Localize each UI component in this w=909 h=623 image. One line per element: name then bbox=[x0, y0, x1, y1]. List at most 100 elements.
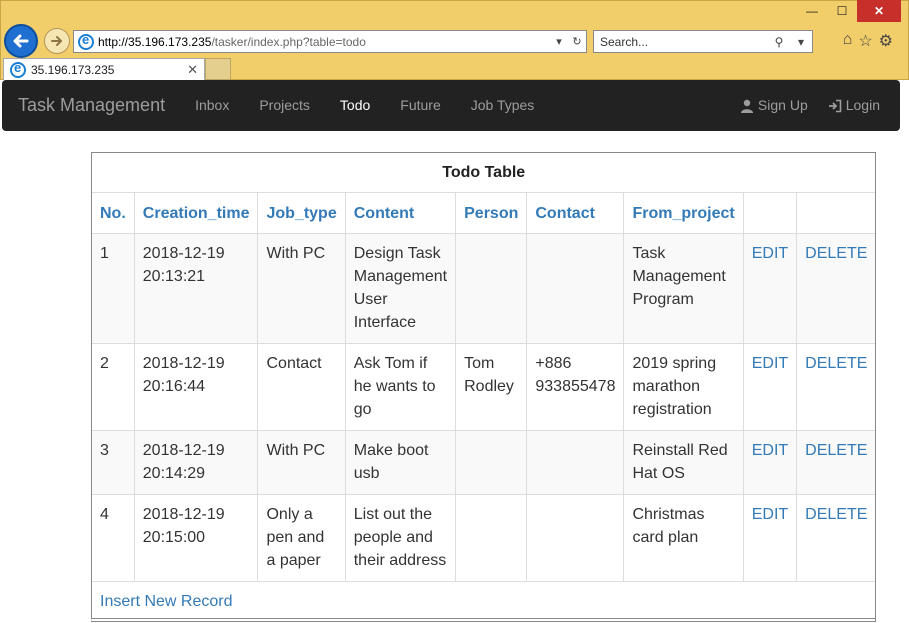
search-dropdown-icon[interactable]: ▾ bbox=[790, 35, 812, 49]
insert-cell: Insert New Record bbox=[90, 581, 877, 622]
delete-link[interactable]: DELETE bbox=[805, 245, 867, 262]
cell-content: Design Task Management User Interface bbox=[344, 233, 457, 344]
cell-no: 4 bbox=[91, 494, 135, 582]
search-icon[interactable]: ⚲ bbox=[768, 35, 790, 49]
cell-delete: DELETE bbox=[796, 233, 877, 344]
cell-clock: 20:15:00 bbox=[142, 529, 206, 546]
cell-edit: EDIT bbox=[742, 233, 798, 344]
table-row: 1 2018-12-19 20:13:21 With PC Design Task… bbox=[91, 233, 877, 344]
table-row: 2 2018-12-19 20:16:44 Contact Ask Tom if … bbox=[91, 343, 877, 431]
cell-content: Ask Tom if he wants to go bbox=[344, 343, 457, 431]
column-header-edit bbox=[742, 192, 798, 234]
cell-from-project: 2019 spring marathon registration bbox=[623, 343, 744, 431]
cell-date: 2018-12-19 bbox=[142, 506, 225, 523]
nav-link-inbox[interactable]: Inbox bbox=[180, 80, 244, 131]
new-tab-button[interactable] bbox=[205, 58, 231, 80]
cell-delete: DELETE bbox=[796, 430, 877, 495]
url-text[interactable]: http://35.196.173.235/tasker/index.php?t… bbox=[98, 35, 550, 49]
cell-person bbox=[455, 494, 528, 582]
edit-link[interactable]: EDIT bbox=[752, 442, 788, 459]
search-box[interactable]: Search... ⚲ ▾ bbox=[593, 30, 813, 53]
minimize-button[interactable]: — bbox=[797, 0, 827, 22]
cell-creation-time: 2018-12-19 20:14:29 bbox=[133, 430, 259, 495]
cell-no: 1 bbox=[91, 233, 135, 344]
cell-clock: 20:16:44 bbox=[142, 378, 206, 395]
table-row: 3 2018-12-19 20:14:29 With PC Make boot u… bbox=[91, 430, 877, 495]
cell-content: Make boot usb bbox=[344, 430, 457, 495]
close-window-button[interactable]: ✕ bbox=[857, 0, 901, 22]
tab-close-icon[interactable]: ✕ bbox=[187, 62, 198, 78]
cell-person bbox=[455, 430, 528, 495]
login-label: Login bbox=[845, 97, 880, 113]
column-header-contact[interactable]: Contact bbox=[526, 192, 625, 234]
column-header-content[interactable]: Content bbox=[344, 192, 457, 234]
navbar-links: Inbox Projects Todo Future Job Types bbox=[180, 80, 549, 131]
column-header-no[interactable]: No. bbox=[91, 192, 135, 234]
forward-button[interactable] bbox=[44, 28, 70, 54]
cell-job-type: Contact bbox=[257, 343, 346, 431]
edit-link[interactable]: EDIT bbox=[752, 355, 788, 372]
cell-edit: EDIT bbox=[742, 343, 798, 431]
browser-tab[interactable]: 35.196.173.235 ✕ bbox=[3, 58, 205, 80]
home-icon[interactable]: ⌂ bbox=[843, 31, 853, 51]
site-navbar: Task Management Inbox Projects Todo Futu… bbox=[2, 80, 900, 131]
maximize-button[interactable]: ☐ bbox=[827, 0, 857, 22]
ie-icon bbox=[78, 32, 94, 50]
cell-from-project: Reinstall Red Hat OS bbox=[623, 430, 744, 495]
cell-person bbox=[455, 233, 528, 344]
settings-gear-icon[interactable]: ⚙ bbox=[879, 31, 893, 51]
cell-no: 3 bbox=[91, 430, 135, 495]
url-path: /tasker/index.php?table=todo bbox=[211, 34, 366, 49]
cell-job-type: With PC bbox=[257, 430, 346, 495]
address-bar[interactable]: http://35.196.173.235/tasker/index.php?t… bbox=[73, 30, 587, 53]
column-header-delete bbox=[796, 192, 877, 234]
cell-job-type: With PC bbox=[257, 233, 346, 344]
cell-edit: EDIT bbox=[742, 494, 798, 582]
tab-ie-icon bbox=[10, 60, 26, 78]
arrow-left-icon bbox=[13, 34, 29, 48]
column-header-job-type[interactable]: Job_type bbox=[257, 192, 346, 234]
dropdown-icon[interactable]: ▾ bbox=[550, 35, 568, 48]
cell-from-project: Christmas card plan bbox=[623, 494, 744, 582]
cell-date: 2018-12-19 bbox=[142, 442, 225, 459]
cell-delete: DELETE bbox=[796, 494, 877, 582]
url-host: http://35.196.173.235 bbox=[98, 34, 212, 49]
nav-link-projects[interactable]: Projects bbox=[244, 80, 325, 131]
search-input[interactable]: Search... bbox=[600, 35, 768, 49]
nav-link-job-types[interactable]: Job Types bbox=[456, 80, 550, 131]
cell-person: Tom Rodley bbox=[455, 343, 528, 431]
delete-link[interactable]: DELETE bbox=[805, 442, 867, 459]
cell-content: List out the people and their address bbox=[344, 494, 457, 582]
column-header-from-project[interactable]: From_project bbox=[623, 192, 744, 234]
cell-contact bbox=[526, 233, 625, 344]
column-header-creation-time[interactable]: Creation_time bbox=[133, 192, 259, 234]
sign-up-link[interactable]: Sign Up bbox=[730, 80, 818, 131]
arrow-right-icon bbox=[51, 36, 62, 46]
favorites-star-icon[interactable]: ☆ bbox=[858, 31, 872, 51]
delete-link[interactable]: DELETE bbox=[805, 355, 867, 372]
cell-contact bbox=[526, 494, 625, 582]
refresh-icon[interactable]: ↻ bbox=[568, 35, 586, 48]
insert-new-record-link[interactable]: Insert New Record bbox=[100, 593, 233, 610]
nav-link-todo[interactable]: Todo bbox=[325, 80, 385, 131]
back-button[interactable] bbox=[4, 24, 38, 58]
cell-delete: DELETE bbox=[796, 343, 877, 431]
cell-date: 2018-12-19 bbox=[142, 245, 225, 262]
tab-title: 35.196.173.235 bbox=[31, 62, 115, 77]
login-icon bbox=[828, 99, 842, 112]
navbar-brand[interactable]: Task Management bbox=[18, 95, 165, 116]
login-link[interactable]: Login bbox=[818, 80, 890, 131]
table-row: 4 2018-12-19 20:15:00 Only a pen and a pa… bbox=[91, 494, 877, 582]
browser-tools: ⌂ ☆ ⚙ bbox=[843, 31, 893, 51]
column-header-person[interactable]: Person bbox=[455, 192, 528, 234]
delete-link[interactable]: DELETE bbox=[805, 506, 867, 523]
edit-link[interactable]: EDIT bbox=[752, 506, 788, 523]
cell-contact: +886 933855478 bbox=[526, 343, 625, 431]
edit-link[interactable]: EDIT bbox=[752, 245, 788, 262]
insert-row: Insert New Record bbox=[90, 581, 877, 622]
cell-no: 2 bbox=[91, 343, 135, 431]
cell-creation-time: 2018-12-19 20:16:44 bbox=[133, 343, 259, 431]
nav-link-future[interactable]: Future bbox=[385, 80, 455, 131]
cell-clock: 20:14:29 bbox=[142, 465, 206, 482]
table-title: Todo Table bbox=[90, 152, 877, 193]
